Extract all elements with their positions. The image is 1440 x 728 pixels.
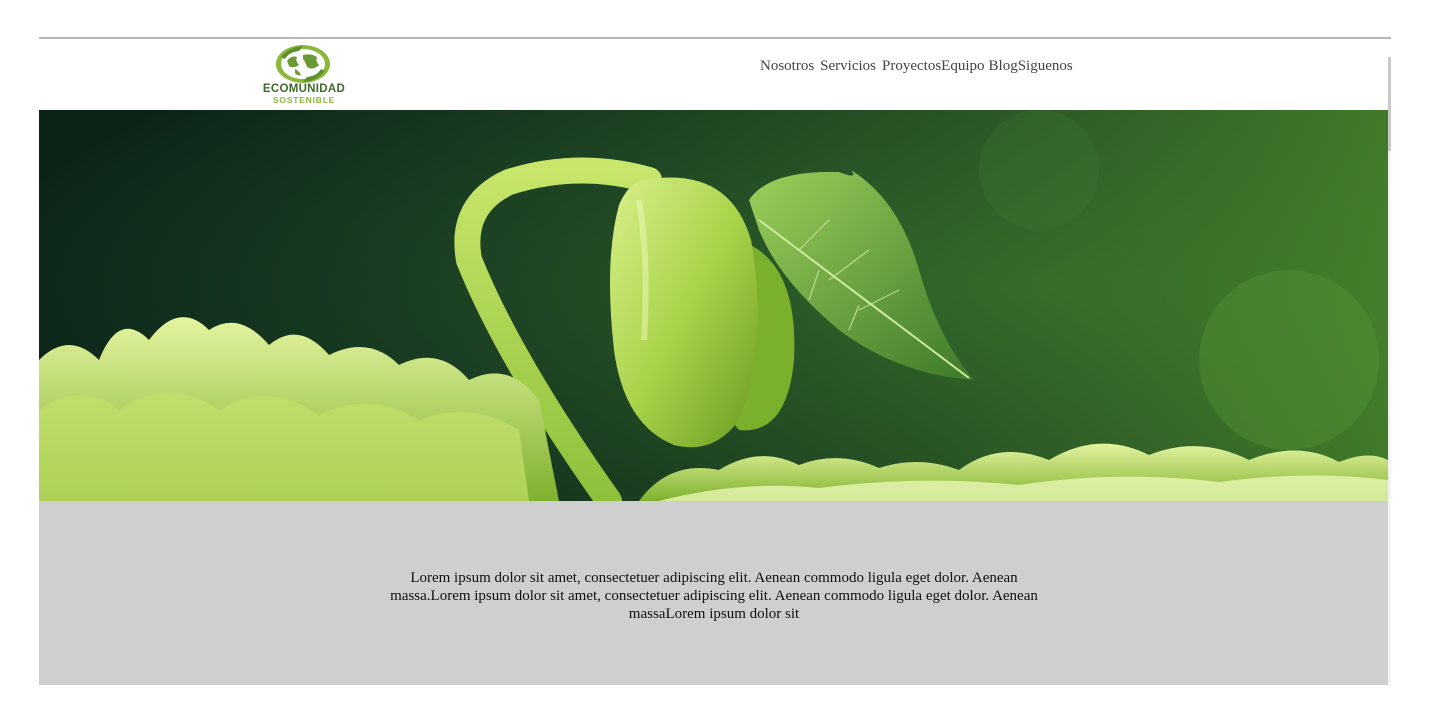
site-header: ECOMUNIDAD SOSTENIBLE Nosotros Servicios… <box>39 39 1388 110</box>
nav-item-proyectos[interactable]: Proyectos <box>882 58 941 75</box>
globe-leaf-icon <box>276 45 330 83</box>
seedling-sprout-photo <box>39 110 1388 501</box>
intro-paragraph: Lorem ipsum dolor sit amet, consectetuer… <box>390 570 1038 622</box>
logo-name-line1: ECOMUNIDAD <box>262 83 346 95</box>
page-frame: ECOMUNIDAD SOSTENIBLE Nosotros Servicios… <box>39 37 1391 687</box>
site-logo[interactable]: ECOMUNIDAD SOSTENIBLE <box>251 43 357 105</box>
nav-item-siguenos[interactable]: Siguenos <box>1018 58 1073 75</box>
main-nav: Nosotros Servicios Proyectos Equipo Blog… <box>760 56 1073 76</box>
nav-item-equipo[interactable]: Equipo <box>941 58 984 75</box>
nav-item-nosotros[interactable]: Nosotros <box>760 58 814 75</box>
page-scrollbar[interactable] <box>1388 57 1391 687</box>
hero-image <box>39 110 1388 501</box>
scrollbar-thumb[interactable] <box>1388 57 1391 151</box>
nav-item-servicios[interactable]: Servicios <box>820 58 876 75</box>
logo-name-line2: SOSTENIBLE <box>272 95 336 105</box>
nav-item-blog[interactable]: Blog <box>989 58 1018 75</box>
intro-section: Lorem ipsum dolor sit amet, consectetuer… <box>39 501 1388 685</box>
